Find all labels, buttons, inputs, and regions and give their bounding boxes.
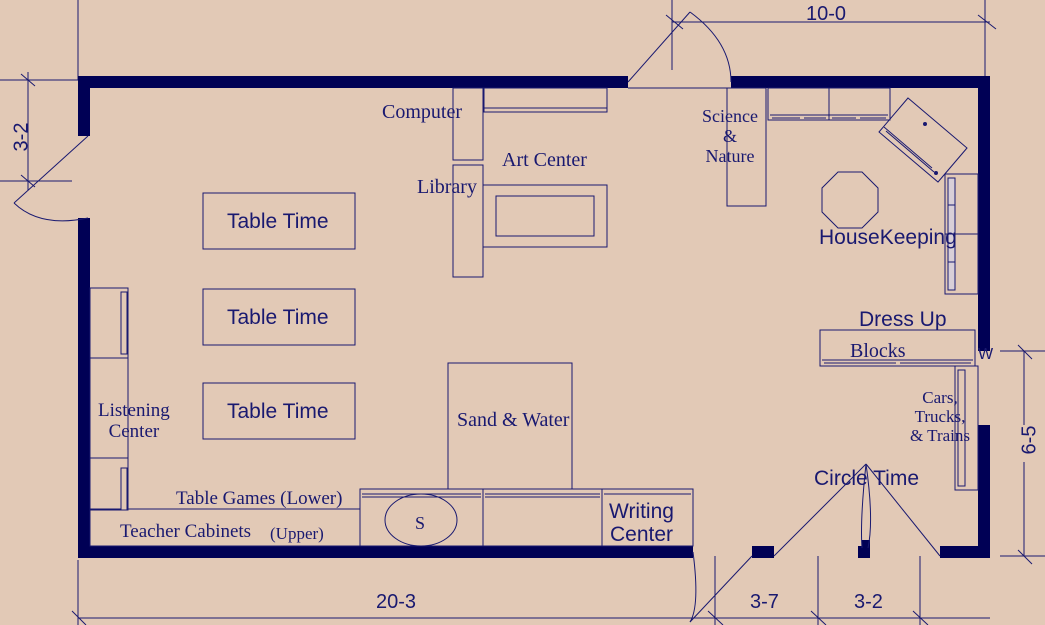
writing-center-area-line: Writing: [609, 500, 674, 523]
hk-angled-unit: [878, 97, 968, 183]
table-time-1: Table Time: [227, 210, 329, 233]
cars-trucks-trains-area: Cars, Trucks, & Trains: [910, 388, 970, 445]
teacher-cabinets-upper-suffix: (Upper): [270, 524, 324, 543]
dimension-top-right-width: 10-0: [806, 3, 847, 25]
housekeeping-area: HouseKeeping: [819, 226, 957, 249]
window-marker-line: W: [978, 346, 994, 363]
science-and-nature-area-line: Science: [702, 106, 758, 126]
art-center-table-inner: [495, 195, 595, 237]
sink-marker: S: [415, 513, 425, 533]
art-center-area-line: Art Center: [502, 149, 587, 171]
sand-and-water-area-line: Sand & Water: [457, 409, 570, 431]
cars-trucks-trains-area-line: & Trains: [910, 426, 970, 445]
dimension-bottom-opening-1: 3-7: [750, 591, 779, 613]
table-time-1-line: Table Time: [227, 210, 329, 233]
sink-marker-line: S: [415, 513, 426, 533]
art-center-area: Art Center: [502, 149, 587, 171]
cars-trucks-trains-area-line: Cars,: [922, 388, 958, 407]
dimension-left-wall-height: 3-2: [10, 122, 33, 152]
teacher-cabinets-upper-suffix-line: (Upper): [270, 524, 324, 543]
science-and-nature-area: Science & Nature: [702, 106, 758, 166]
art-center-table: [482, 184, 608, 248]
window-marker: W: [978, 346, 993, 364]
listening-center-area: Listening Center: [98, 400, 170, 442]
circle-time-area: Circle Time: [814, 467, 919, 490]
teacher-cabinets-label-line: Teacher Cabinets: [120, 521, 252, 542]
dress-up-area-line: Dress Up: [859, 308, 947, 331]
writing-center-area: Writing Center: [609, 500, 674, 546]
housekeeping-area-line: HouseKeeping: [819, 226, 957, 249]
blocks-area-line: Blocks: [850, 340, 906, 362]
table-time-3: Table Time: [227, 400, 329, 423]
blocks-area: Blocks: [850, 340, 906, 362]
computer-area: Computer: [382, 101, 462, 123]
table-time-2-line: Table Time: [227, 306, 329, 329]
table-games-label-line: Table Games (Lower): [176, 488, 343, 509]
dimension-right-wall-height: 6-5: [1018, 425, 1041, 455]
library-area-line: Library: [417, 176, 477, 198]
dimension-bottom-opening-2: 3-2: [854, 591, 883, 613]
listening-center-area-line: Listening: [98, 400, 170, 421]
table-time-2: Table Time: [227, 306, 329, 329]
science-and-nature-area-line: Nature: [705, 146, 755, 166]
table-games-counter-2: [482, 488, 603, 547]
library-area: Library: [417, 176, 477, 198]
listening-center-area-line: Center: [108, 421, 160, 442]
octagon-table: [821, 171, 879, 229]
dimension-bottom-main-width: 20-3: [376, 591, 417, 613]
dress-up-area: Dress Up: [859, 308, 947, 331]
cars-trucks-trains-area-line: Trucks,: [914, 407, 966, 426]
writing-center-area-line: Center: [609, 523, 673, 546]
circle-time-area-line: Circle Time: [814, 467, 920, 490]
sand-and-water-area: Sand & Water: [457, 409, 569, 431]
computer-area-line: Computer: [382, 101, 462, 123]
science-and-nature-area-line: &: [722, 126, 737, 146]
teacher-cabinets-label: Teacher Cabinets: [120, 521, 251, 542]
table-time-3-line: Table Time: [227, 400, 329, 423]
table-games-label: Table Games (Lower): [176, 488, 342, 509]
library-shelf-upper: [452, 87, 484, 161]
